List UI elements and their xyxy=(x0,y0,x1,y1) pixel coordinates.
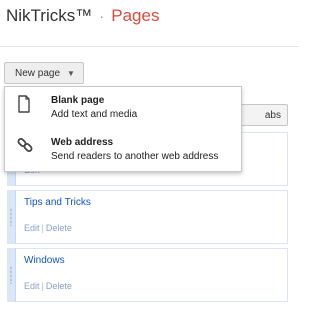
menu-item-web-address[interactable]: Web address Send readers to another web … xyxy=(5,129,241,169)
menu-item-title: Blank page xyxy=(51,95,105,106)
chevron-down-icon: ▼ xyxy=(67,68,75,78)
page-actions: Edit | Delete xyxy=(24,281,72,291)
menu-item-blank-page[interactable]: Blank page Add text and media xyxy=(5,87,241,127)
tabs-button-label: abs xyxy=(264,109,281,121)
blog-name[interactable]: NikTricks™ xyxy=(6,6,92,25)
action-separator: | xyxy=(41,281,44,291)
section-title: Pages xyxy=(111,6,160,25)
page-card: Tips and Tricks Edit | Delete xyxy=(7,190,288,244)
show-pages-as-tabs-button[interactable]: abs xyxy=(236,104,288,126)
header-separator: · xyxy=(99,8,105,25)
menu-item-description: Add text and media xyxy=(51,109,138,120)
new-page-menu: Blank page Add text and media Web addres… xyxy=(4,86,242,172)
menu-item-description: Send readers to another web address xyxy=(51,151,219,162)
page-card: Windows Edit | Delete xyxy=(7,248,288,302)
drag-handle[interactable] xyxy=(7,190,16,244)
drag-handle[interactable] xyxy=(7,248,16,302)
header-divider xyxy=(0,46,299,47)
edit-link[interactable]: Edit xyxy=(24,281,40,291)
page-header: NikTricks™ · Pages xyxy=(6,6,159,30)
page-title-link[interactable]: Windows xyxy=(24,255,65,266)
action-separator: | xyxy=(41,223,44,233)
page-actions: Edit | Delete xyxy=(24,223,72,233)
page-title-link[interactable]: Tips and Tricks xyxy=(24,197,91,208)
new-page-label: New page xyxy=(15,67,61,79)
blank-page-icon xyxy=(17,95,31,113)
delete-link[interactable]: Delete xyxy=(46,223,72,233)
menu-item-title: Web address xyxy=(51,137,114,148)
edit-link[interactable]: Edit xyxy=(24,223,40,233)
delete-link[interactable]: Delete xyxy=(46,281,72,291)
new-page-button[interactable]: New page ▼ xyxy=(4,62,84,84)
link-icon xyxy=(17,137,33,155)
